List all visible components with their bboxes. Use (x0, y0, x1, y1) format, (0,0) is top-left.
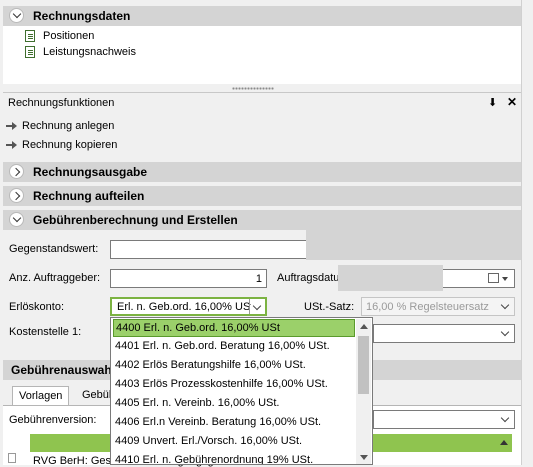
redacted-area (306, 230, 521, 260)
section-title: Rechnungsausgabe (33, 165, 148, 179)
expand-chevron-icon[interactable] (9, 164, 24, 179)
section-title: Rechnungsdaten (33, 9, 131, 23)
action-rechnung-anlegen[interactable]: Rechnung anlegen (22, 120, 114, 132)
arrow-right-icon (6, 122, 18, 130)
erloeskonto-select[interactable]: Erl. n. Geb.ord. 16,00% USt (110, 297, 267, 316)
collapse-chevron-icon[interactable] (9, 212, 24, 227)
panel-scrollbar[interactable] (521, 0, 533, 465)
list-item[interactable]: 4406 Erl.n Vereinb. Beratung 16,00% USt. (113, 414, 355, 432)
erloeskonto-label: Erlöskonto: (9, 301, 65, 313)
gebuehrenversion-select[interactable] (373, 410, 515, 429)
document-icon (25, 30, 35, 42)
chevron-down-icon[interactable] (502, 277, 508, 281)
splitter-grip[interactable] (232, 87, 274, 90)
close-icon[interactable]: ✕ (507, 95, 517, 109)
divider (3, 92, 521, 93)
erloeskonto-dropdown-list[interactable]: 4400 Erl. n. Geb.ord. 16,00% USt 4401 Er… (110, 317, 373, 465)
list-item[interactable]: 4401 Erl. n. Geb.ord. Beratung 16,00% US… (113, 338, 355, 356)
chevron-down-icon[interactable] (498, 325, 514, 342)
tab-vorlagen[interactable]: Vorlagen (12, 386, 70, 406)
pin-icon[interactable]: ⬇ (488, 96, 497, 109)
kostenstelle-select[interactable] (373, 324, 515, 343)
list-item[interactable]: 4405 Erl. n. Vereinb. 16,00% USt. (113, 395, 355, 413)
row-indicator (8, 453, 16, 463)
list-item[interactable]: 4410 Erl. n. Gebührenordnung 19% USt. (113, 452, 355, 464)
dropdown-scrollbar[interactable] (356, 319, 371, 464)
document-icon (25, 46, 35, 58)
arrow-right-icon (6, 141, 18, 149)
collapse-chevron-icon[interactable] (9, 8, 24, 23)
scroll-thumb[interactable] (358, 336, 369, 394)
action-rechnung-kopieren[interactable]: Rechnung kopieren (22, 139, 117, 151)
ust-select: 16,00 % Regelsteuersatz (361, 297, 515, 316)
section-title: Gebührenberechnung und Erstellen (33, 213, 238, 227)
gegenstandswert-label: Gegenstandswert: (9, 243, 99, 255)
chevron-down-icon[interactable] (498, 411, 514, 428)
gebuehrenversion-label: Gebührenversion: (9, 414, 97, 426)
section-rechnungsausgabe-header[interactable]: Rechnungsausgabe (3, 162, 521, 182)
scroll-down-icon[interactable] (360, 455, 368, 460)
chevron-down-icon[interactable] (249, 299, 265, 314)
auftragsdatum-label: Auftragsdatum (277, 272, 339, 284)
auftraggeber-input[interactable]: 1 (110, 269, 267, 288)
section-gebuehren-header[interactable]: Gebührenberechnung und Erstellen (3, 210, 521, 230)
auftraggeber-label: Anz. Auftraggeber: (9, 272, 101, 284)
list-item[interactable]: 4402 Erlös Beratungshilfe 16,00% USt. (113, 357, 355, 375)
panel-title: Rechnungsfunktionen (8, 97, 115, 109)
tree-item-positionen[interactable]: Positionen (43, 30, 94, 42)
redacted-area (338, 265, 443, 291)
list-item[interactable]: 4409 Unvert. Erl./Vorsch. 16,00% USt. (113, 433, 355, 451)
gegenstandswert-input[interactable] (110, 240, 308, 259)
tree-item-leistungsnachweis[interactable]: Leistungsnachweis (43, 46, 136, 58)
rechnungsdaten-panel: Positionen Leistungsnachweis (3, 26, 521, 84)
expand-chevron-icon[interactable] (9, 188, 24, 203)
list-item[interactable]: 4403 Erlös Prozesskostenhilfe 16,00% USt… (113, 376, 355, 394)
section-title: Gebührenauswahl (11, 363, 116, 377)
section-aufteilen-header[interactable]: Rechnung aufteilen (3, 186, 521, 206)
scroll-up-icon[interactable] (360, 324, 368, 329)
section-rechnungsdaten-header[interactable]: Rechnungsdaten (3, 6, 521, 26)
ust-label: USt.-Satz: (304, 301, 355, 313)
kostenstelle-label: Kostenstelle 1: (9, 326, 82, 338)
list-item[interactable]: 4400 Erl. n. Geb.ord. 16,00% USt (113, 319, 355, 337)
sort-up-icon[interactable] (500, 440, 508, 445)
section-title: Rechnung aufteilen (33, 189, 145, 203)
calendar-icon[interactable] (488, 273, 499, 283)
chevron-down-icon (498, 298, 514, 315)
